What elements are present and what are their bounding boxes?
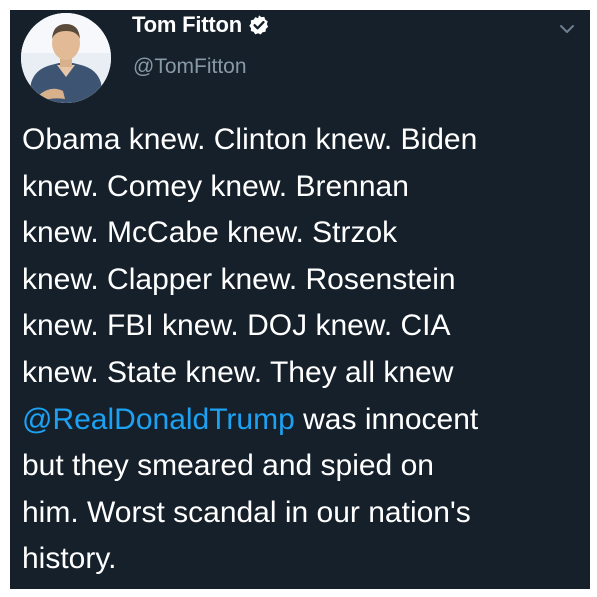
tweet-line: knew. McCabe knew. Strzok — [22, 216, 398, 250]
tweet-line-text: was innocent — [294, 402, 479, 436]
tweet-line-with-mention: @RealDonaldTrump was innocent — [22, 397, 584, 444]
tweet-text: Obama knew. Clinton knew. Biden knew. Co… — [22, 117, 584, 583]
tweet-line: Obama knew. Clinton knew. Biden — [22, 123, 478, 156]
tweet-line: knew. FBI knew. DOJ knew. CIA — [22, 309, 451, 343]
tweet-line: knew. State knew. They all knew — [22, 355, 454, 389]
chevron-down-icon[interactable] — [558, 20, 576, 38]
author-handle[interactable]: @TomFitton — [133, 55, 247, 79]
verified-badge-icon — [249, 15, 269, 35]
tweet-line: but they smeared and spied on — [22, 449, 434, 483]
avatar[interactable] — [21, 13, 111, 103]
tweet-card: Tom Fitton @TomFitton Obama knew. Clinto… — [10, 10, 590, 589]
mention-link[interactable]: @RealDonaldTrump — [22, 403, 295, 436]
tweet-line: knew. Comey knew. Brennan — [22, 169, 409, 203]
tweet-line: knew. Clapper knew. Rosenstein — [22, 262, 456, 296]
profile-photo — [21, 13, 111, 103]
author-name[interactable]: Tom Fitton — [132, 12, 242, 38]
tweet-line: history. — [22, 542, 117, 576]
tweet-line: him. Worst scandal in our nation's — [22, 495, 471, 529]
author-header: Tom Fitton — [132, 12, 270, 38]
